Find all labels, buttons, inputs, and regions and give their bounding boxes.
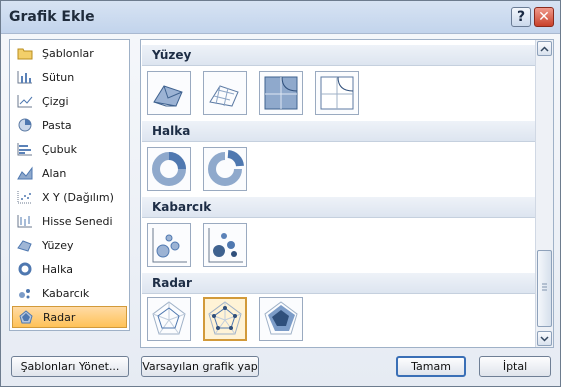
line-chart-icon [16, 92, 34, 110]
dialog-title: Grafik Ekle [9, 9, 95, 25]
manage-templates-button[interactable]: Şablonları Yönet... [11, 356, 129, 377]
chart-type-label: Çizgi [42, 94, 69, 108]
folder-icon [16, 44, 34, 62]
section-header-surface: Yüzey [142, 45, 535, 66]
chart-type-label: Kabarcık [42, 286, 90, 300]
section-header-bubble: Kabarcık [142, 197, 535, 218]
chart-type-radar[interactable]: Radar [12, 306, 127, 328]
chevron-down-icon [540, 335, 549, 342]
insert-chart-dialog: Grafik Ekle ? ✕ Şablonlar Sütun Çizgi Pa… [0, 0, 561, 387]
chart-type-label: Yüzey [42, 238, 74, 252]
bubble-icon[interactable] [147, 223, 191, 267]
doughnut-icon[interactable] [147, 147, 191, 191]
chart-type-area[interactable]: Alan [12, 162, 127, 184]
column-chart-icon [16, 68, 34, 86]
wireframe-contour-icon[interactable] [315, 71, 359, 115]
chart-type-column[interactable]: Sütun [12, 66, 127, 88]
bubble-chart-icon [16, 284, 34, 302]
chart-type-label: Şablonlar [42, 46, 94, 60]
title-bar: Grafik Ekle ? ✕ [1, 1, 560, 34]
scatter-chart-icon [16, 188, 34, 206]
bar-chart-icon [16, 140, 34, 158]
chart-type-doughnut[interactable]: Halka [12, 258, 127, 280]
chart-type-stock[interactable]: Hisse Senedi [12, 210, 127, 232]
chart-type-label: Alan [42, 166, 67, 180]
surface-chart-icon [16, 236, 34, 254]
stock-chart-icon [16, 212, 34, 230]
surface-3d-icon[interactable] [147, 71, 191, 115]
chart-type-label: Radar [43, 310, 76, 324]
bubble-3d-icon[interactable] [203, 223, 247, 267]
chart-type-label: Pasta [42, 118, 72, 132]
vertical-scrollbar[interactable] [535, 40, 553, 347]
chart-type-surface[interactable]: Yüzey [12, 234, 127, 256]
chart-type-templates[interactable]: Şablonlar [12, 42, 127, 64]
chart-subtype-gallery: Yüzey Halka Kabarcık Radar [140, 39, 554, 348]
area-chart-icon [16, 164, 34, 182]
pie-chart-icon [16, 116, 34, 134]
ok-button[interactable]: Tamam [396, 356, 466, 377]
chart-type-label: Hisse Senedi [42, 214, 113, 228]
chart-type-label: Çubuk [42, 142, 77, 156]
close-button[interactable]: ✕ [534, 7, 554, 27]
chart-type-label: X Y (Dağılım) [42, 190, 114, 204]
scroll-thumb[interactable] [537, 250, 552, 327]
wireframe-surface-3d-icon[interactable] [203, 71, 247, 115]
doughnut-chart-icon [16, 260, 34, 278]
chart-type-label: Halka [42, 262, 73, 276]
scroll-down-button[interactable] [537, 331, 552, 346]
chart-type-bar[interactable]: Çubuk [12, 138, 127, 160]
cancel-button[interactable]: İptal [479, 356, 551, 377]
scroll-up-button[interactable] [537, 41, 552, 56]
section-header-radar: Radar [142, 273, 535, 294]
chart-type-list: Şablonlar Sütun Çizgi Pasta Çubuk Alan X… [9, 39, 130, 331]
chart-type-line[interactable]: Çizgi [12, 90, 127, 112]
chevron-up-icon [540, 45, 549, 52]
chart-type-scatter[interactable]: X Y (Dağılım) [12, 186, 127, 208]
chart-type-label: Sütun [42, 70, 75, 84]
help-button[interactable]: ? [511, 7, 531, 27]
set-default-chart-button[interactable]: Varsayılan grafik yap [141, 356, 259, 377]
grip-icon [542, 283, 547, 291]
radar-markers-icon[interactable] [203, 297, 247, 341]
radar-chart-icon [17, 308, 35, 326]
section-header-doughnut: Halka [142, 121, 535, 142]
exploded-doughnut-icon[interactable] [203, 147, 247, 191]
filled-radar-icon[interactable] [259, 297, 303, 341]
radar-icon[interactable] [147, 297, 191, 341]
chart-type-bubble[interactable]: Kabarcık [12, 282, 127, 304]
chart-type-pie[interactable]: Pasta [12, 114, 127, 136]
contour-icon[interactable] [259, 71, 303, 115]
